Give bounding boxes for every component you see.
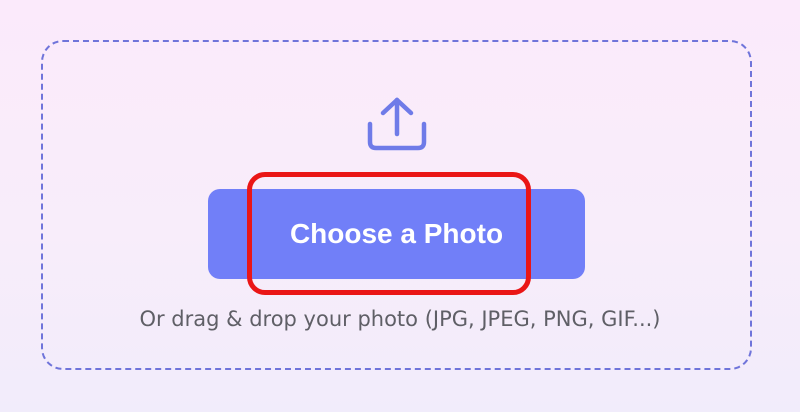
choose-photo-button[interactable]: Choose a Photo bbox=[208, 189, 585, 279]
drag-drop-hint: Or drag & drop your photo (JPG, JPEG, PN… bbox=[139, 307, 661, 331]
upload-icon bbox=[367, 97, 427, 151]
